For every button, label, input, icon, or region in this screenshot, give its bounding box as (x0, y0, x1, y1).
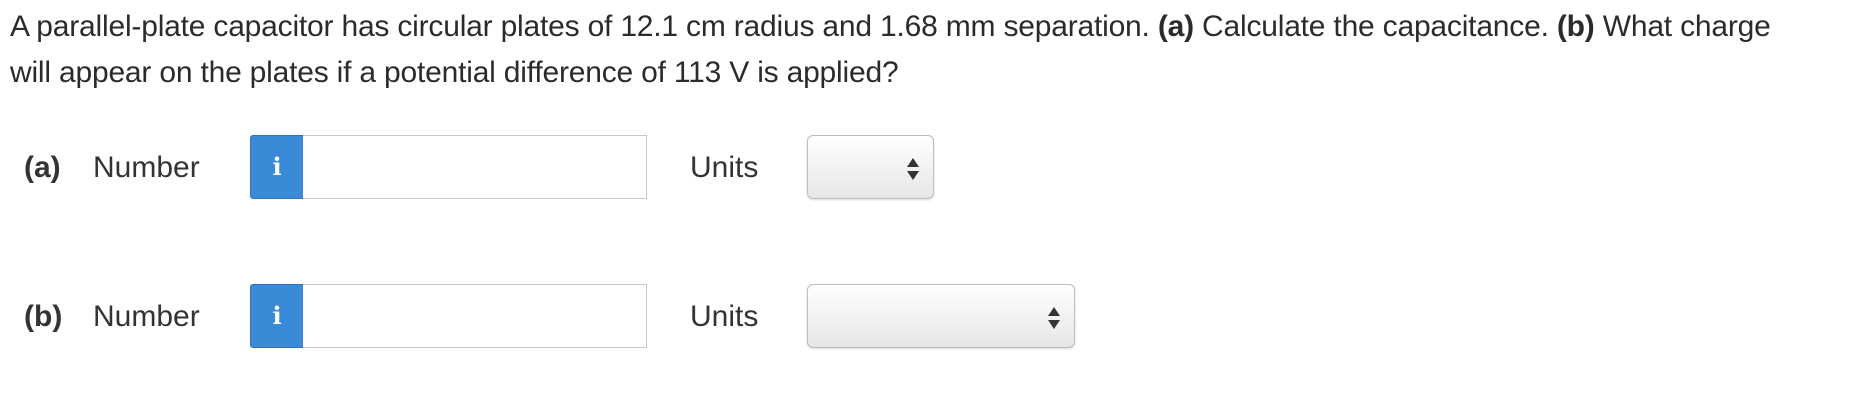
answer-row-a: (a) Number i Units (0, 135, 1850, 201)
units-label-a: Units (690, 151, 759, 184)
question-text: A parallel-plate capacitor has circular … (10, 4, 1850, 96)
info-icon: i (272, 152, 282, 181)
question-part-a-text: Calculate the capacitance. (1193, 10, 1557, 43)
units-select-a[interactable] (807, 135, 934, 199)
question-text-intro: A parallel-plate capacitor has circular … (10, 10, 1158, 43)
question-line-1: A parallel-plate capacitor has circular … (10, 4, 1850, 50)
units-select-b[interactable] (807, 284, 1075, 348)
arrow-down-icon (907, 171, 919, 180)
number-input-b[interactable] (303, 284, 647, 348)
number-input-a[interactable] (303, 135, 647, 199)
question-part-a-marker: (a) (1157, 10, 1194, 43)
select-arrows-icon (907, 158, 919, 180)
part-label-a: (a) (24, 151, 61, 184)
number-label-b: Number (93, 300, 200, 333)
arrow-down-icon (1048, 320, 1060, 329)
question-line-2: will appear on the plates if a potential… (10, 56, 899, 89)
units-label-b: Units (690, 300, 759, 333)
info-button-b[interactable]: i (250, 284, 304, 348)
question-part-b-text: What charge (1594, 10, 1771, 43)
arrow-up-icon (1048, 307, 1060, 316)
info-icon: i (272, 301, 282, 330)
info-button-a[interactable]: i (250, 135, 304, 199)
question-part-b-marker: (b) (1556, 10, 1595, 43)
answer-row-b: (b) Number i Units (0, 284, 1850, 350)
number-label-a: Number (93, 151, 200, 184)
part-label-b: (b) (24, 300, 63, 333)
select-arrows-icon (1048, 307, 1060, 329)
arrow-up-icon (907, 158, 919, 167)
